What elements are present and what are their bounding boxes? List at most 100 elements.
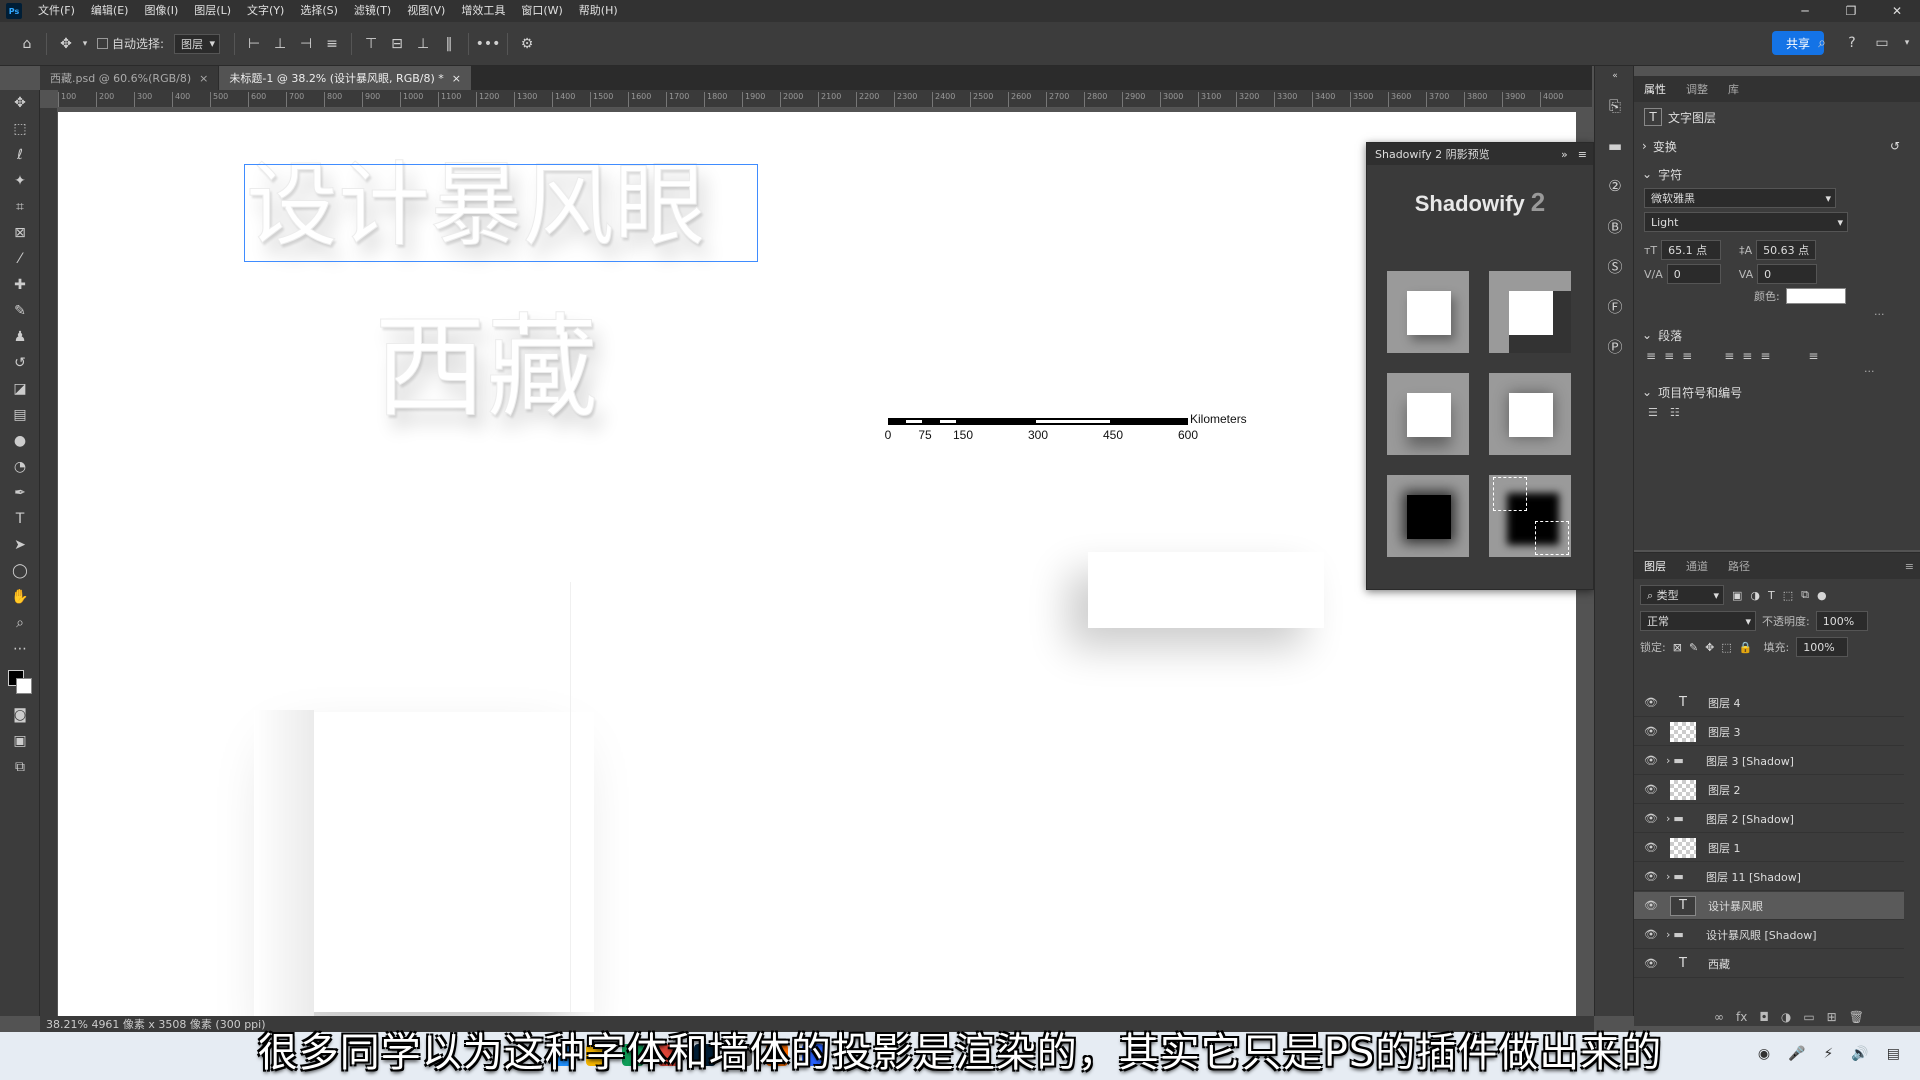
move-tool-icon[interactable]: ✥ [53, 31, 79, 57]
help-icon[interactable]: ? [1840, 31, 1864, 55]
filter-type-icon[interactable]: T [1768, 589, 1775, 602]
transform-section[interactable]: › 变换 ↺ [1634, 132, 1920, 160]
preset-ambient-shadow[interactable] [1489, 373, 1571, 455]
filter-shape-icon[interactable]: ⬚ [1783, 589, 1793, 602]
justify-left-icon[interactable]: ≡ [1724, 349, 1734, 363]
path-selection-tool-icon[interactable]: ➤ [0, 532, 40, 558]
quick-mask-icon[interactable]: ◙ [0, 702, 40, 728]
filter-adjustment-icon[interactable]: ◑ [1750, 589, 1760, 602]
restore-icon[interactable]: ❐ [1828, 0, 1874, 22]
plugin-f-icon[interactable]: Ⓕ [1595, 286, 1635, 326]
healing-brush-tool-icon[interactable]: ✚ [0, 272, 40, 298]
lock-all-icon[interactable]: 🔒 [1739, 641, 1753, 654]
close-icon[interactable]: × [452, 72, 461, 85]
eye-icon[interactable]: 👁 [1640, 812, 1662, 825]
eraser-tool-icon[interactable]: ◪ [0, 376, 40, 402]
auto-select-checkbox[interactable] [97, 38, 108, 49]
more-options-icon[interactable]: ··· [1874, 308, 1920, 321]
menu-layer[interactable]: 图层(L) [186, 0, 239, 22]
gear-icon[interactable]: ⚙ [514, 31, 540, 57]
menu-help[interactable]: 帮助(H) [571, 0, 626, 22]
auto-select[interactable]: 自动选择: [97, 35, 164, 52]
auto-select-dropdown[interactable]: 图层 ▾ [174, 33, 221, 54]
screen-mode-icon[interactable]: ▣ [0, 728, 40, 754]
marquee-tool-icon[interactable]: ⬚ [0, 116, 40, 142]
preset-soft-shadow[interactable] [1387, 271, 1469, 353]
align-center-icon[interactable]: ≡ [1664, 349, 1674, 363]
lock-position-icon[interactable]: ✥ [1705, 641, 1714, 654]
clone-stamp-tool-icon[interactable]: ♟ [0, 324, 40, 350]
align-top-icon[interactable]: ⊤ [358, 31, 384, 57]
subhead-text[interactable]: 西藏 [374, 312, 599, 425]
tab-layers[interactable]: 图层 [1634, 558, 1676, 574]
menu-edit[interactable]: 编辑(E) [83, 0, 137, 22]
eyedropper-tool-icon[interactable]: ⁄ [0, 246, 40, 272]
filter-toggle-icon[interactable]: ● [1817, 589, 1827, 602]
plugin-b-icon[interactable]: Ⓑ [1595, 206, 1635, 246]
tab-xizang-psd[interactable]: 西藏.psd @ 60.6%(RGB/8) × [40, 66, 220, 90]
menu-window[interactable]: 窗口(W) [513, 0, 570, 22]
lock-transparency-icon[interactable]: ⊠ [1673, 641, 1682, 654]
menu-plugins[interactable]: 增效工具 [453, 0, 513, 22]
plugin-s-icon[interactable]: Ⓢ [1595, 246, 1635, 286]
reset-icon[interactable]: ↺ [1890, 139, 1900, 153]
panel-menu-icon[interactable]: ≡ [1905, 560, 1914, 573]
close-icon[interactable]: × [199, 72, 208, 85]
tab-channels[interactable]: 通道 [1676, 558, 1718, 574]
more-tools-icon[interactable]: ⋯ [0, 636, 40, 662]
collapse-icon[interactable]: « [1595, 66, 1635, 86]
panel-menu-icon[interactable]: ≡ [1578, 148, 1587, 161]
ellipse-tool-icon[interactable]: ◯ [0, 558, 40, 584]
blur-tool-icon[interactable]: ● [0, 428, 40, 454]
zoom-tool-icon[interactable]: ⌕ [0, 610, 40, 636]
eye-icon[interactable]: 👁 [1640, 899, 1662, 912]
chevron-right-icon[interactable]: › [1666, 754, 1670, 767]
numbered-list-icon[interactable]: ☷ [1670, 406, 1680, 419]
preset-selection-shadow[interactable] [1489, 475, 1571, 557]
font-family-select[interactable]: 微软雅黑 ▾ [1644, 188, 1836, 208]
background-color-swatch[interactable] [16, 678, 32, 694]
search-icon[interactable]: ⌕ [1810, 31, 1834, 55]
align-right-icon[interactable]: ⊣ [293, 31, 319, 57]
tab-paths[interactable]: 路径 [1718, 558, 1760, 574]
crop-tool-icon[interactable]: ⌗ [0, 194, 40, 220]
align-center-icon[interactable]: ⊥ [267, 31, 293, 57]
workspace-icon[interactable]: ▭ [1870, 31, 1894, 55]
align-middle-icon[interactable]: ⊟ [384, 31, 410, 57]
tab-properties[interactable]: 属性 [1634, 81, 1676, 97]
pen-tool-icon[interactable]: ✒ [0, 480, 40, 506]
justify-right-icon[interactable]: ≡ [1760, 349, 1770, 363]
preset-black-blur[interactable] [1387, 475, 1469, 557]
layer-filter-select[interactable]: ⌕ 类型 ▾ [1640, 585, 1724, 605]
font-style-select[interactable]: Light ▾ [1644, 212, 1848, 232]
layer-row[interactable]: 👁 图层 2 [1634, 776, 1904, 804]
history-icon[interactable]: ⎘ [1595, 86, 1635, 126]
layer-row[interactable]: 👁 › ▬ 图层 3 [Shadow] [1634, 747, 1904, 775]
eye-icon[interactable]: 👁 [1640, 725, 1662, 738]
bullet-list-icon[interactable]: ☰ [1648, 406, 1658, 419]
tab-untitled-1[interactable]: 未标题-1 @ 38.2% (设计暴风眼, RGB/8) * × [219, 66, 472, 90]
menu-select[interactable]: 选择(S) [292, 0, 346, 22]
more-options-icon[interactable]: ••• [475, 31, 501, 57]
type-tool-icon[interactable]: T [0, 506, 40, 532]
align-right-icon[interactable]: ≡ [1682, 349, 1692, 363]
character-section[interactable]: ⌄ 字符 [1634, 160, 1920, 188]
hand-tool-icon[interactable]: ✋ [0, 584, 40, 610]
paragraph-section[interactable]: ⌄ 段落 [1634, 321, 1920, 349]
leading-input[interactable]: 50.63 点 [1756, 240, 1817, 260]
layer-row[interactable]: 👁 图层 1 [1634, 834, 1904, 862]
frame-tool-icon[interactable]: ⊠ [0, 220, 40, 246]
eye-icon[interactable]: 👁 [1640, 957, 1662, 970]
text-color-swatch[interactable] [1785, 288, 1846, 304]
justify-all-icon[interactable]: ≡ [1808, 349, 1818, 363]
tab-libraries[interactable]: 库 [1718, 81, 1749, 97]
preset-drop-shadow[interactable] [1387, 373, 1469, 455]
layer-row[interactable]: 👁 图层 3 [1634, 718, 1904, 746]
layer-row[interactable]: 👁 T 图层 4 [1634, 689, 1904, 717]
eye-icon[interactable]: 👁 [1640, 696, 1662, 709]
canvas-area[interactable]: 设计暴风眼 西藏 Kilometers 0 75 150 300 450 600 [58, 108, 1578, 1016]
align-left-icon[interactable]: ⊢ [241, 31, 267, 57]
layer-row[interactable]: 👁 T 设计暴风眼 [1634, 892, 1904, 920]
font-size-input[interactable]: 65.1 点 [1661, 240, 1722, 260]
eye-icon[interactable]: 👁 [1640, 928, 1662, 941]
